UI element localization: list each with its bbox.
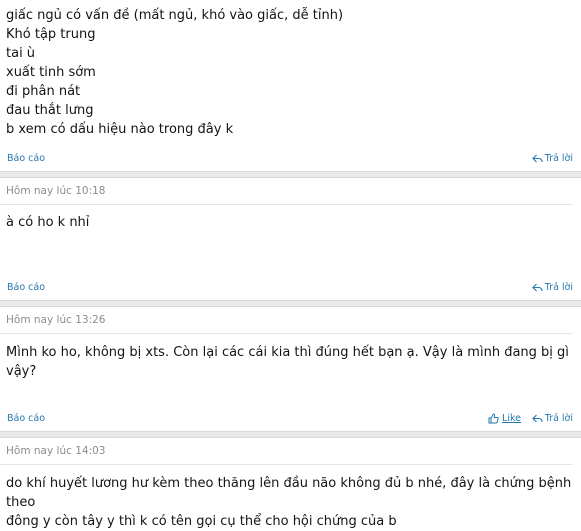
message-line: giấc ngủ có vấn đề (mất ngủ, khó vào giấ…	[6, 8, 344, 23]
reply-button[interactable]: Trả lời	[531, 282, 573, 293]
message-post: Hôm nay lúc 10:18 à có ho k nhỉ Báo cáo …	[0, 178, 581, 300]
message-post: Hôm nay lúc 14:03 do khí huyết lương hư …	[0, 438, 581, 529]
reply-label: Trả lời	[544, 413, 573, 424]
post-separator	[0, 171, 581, 178]
reply-arrow-icon	[531, 413, 543, 424]
message-footer: Báo cáo Trả lời	[0, 278, 581, 300]
message-line: Mình ko ho, không bị xts. Còn lại các cá…	[6, 345, 569, 379]
message-post: giấc ngủ có vấn đề (mất ngủ, khó vào giấ…	[0, 0, 581, 171]
reply-button[interactable]: Trả lời	[531, 413, 573, 424]
message-line: tai ù	[6, 46, 36, 61]
message-body: Mình ko ho, không bị xts. Còn lại các cá…	[0, 334, 581, 381]
message-body: do khí huyết lương hư kèm theo thăng lên…	[0, 465, 581, 531]
message-line: đi phân nát	[6, 84, 81, 99]
post-separator	[0, 300, 581, 307]
report-link[interactable]: Báo cáo	[7, 153, 45, 164]
reply-label: Trả lời	[544, 282, 573, 293]
message-line: đông y còn tây y thì k có tên gọi cụ thể…	[6, 514, 397, 529]
message-footer: Báo cáo Like Trả lời	[0, 409, 581, 431]
report-link[interactable]: Báo cáo	[7, 282, 45, 293]
message-line: à có ho k nhỉ	[6, 215, 90, 230]
thumbs-up-icon	[488, 413, 499, 424]
reply-arrow-icon	[531, 153, 543, 164]
message-line: Khó tập trung	[6, 27, 96, 42]
post-timestamp[interactable]: Hôm nay lúc 13:26	[0, 307, 573, 334]
post-timestamp[interactable]: Hôm nay lúc 14:03	[0, 438, 573, 465]
message-body: giấc ngủ có vấn đề (mất ngủ, khó vào giấ…	[0, 0, 581, 139]
reply-button[interactable]: Trả lời	[531, 153, 573, 164]
like-button[interactable]: Like	[488, 413, 521, 424]
reply-label: Trả lời	[544, 153, 573, 164]
message-line: do khí huyết lương hư kèm theo thăng lên…	[6, 476, 572, 510]
post-separator	[0, 431, 581, 438]
post-timestamp[interactable]: Hôm nay lúc 10:18	[0, 178, 573, 205]
message-body: à có ho k nhỉ	[0, 205, 581, 232]
like-label: Like	[502, 413, 521, 424]
message-line: b xem có dấu hiệu nào trong đây k	[6, 122, 234, 137]
message-line: xuất tinh sớm	[6, 65, 96, 80]
reply-arrow-icon	[531, 282, 543, 293]
report-link[interactable]: Báo cáo	[7, 413, 45, 424]
message-thread: giấc ngủ có vấn đề (mất ngủ, khó vào giấ…	[0, 0, 581, 529]
message-line: đau thắt lưng	[6, 103, 94, 118]
message-post: Hôm nay lúc 13:26 Mình ko ho, không bị x…	[0, 307, 581, 431]
message-footer: Báo cáo Trả lời	[0, 149, 581, 171]
